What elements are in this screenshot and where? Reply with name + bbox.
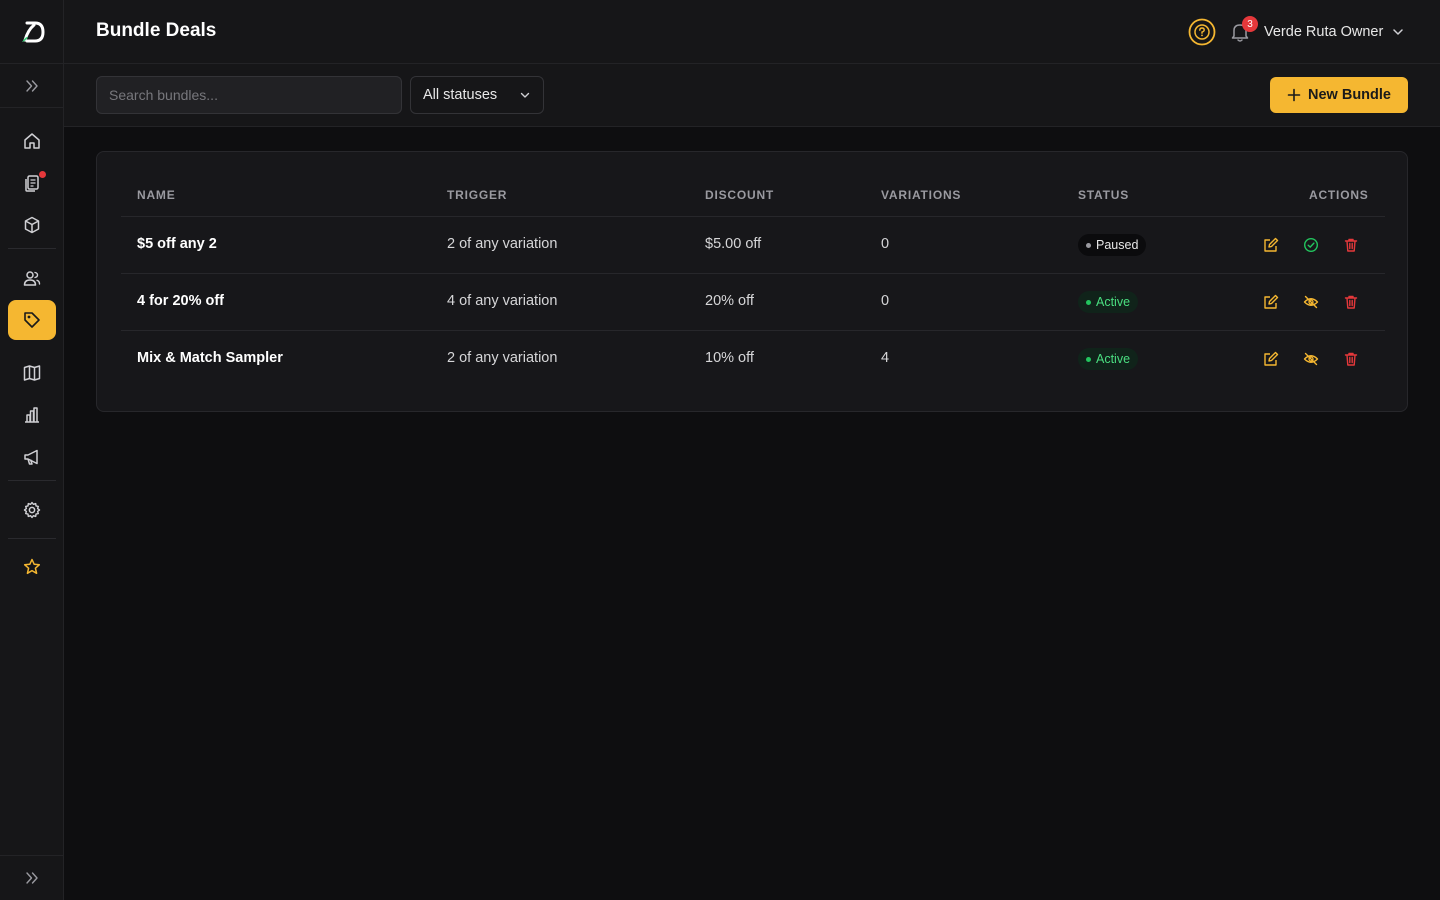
sidebar-item-settings[interactable]: [8, 490, 56, 530]
delete-button[interactable]: [1341, 235, 1361, 255]
status-label: Active: [1096, 352, 1131, 366]
home-icon: [24, 133, 40, 149]
sidebar-item-customers[interactable]: [8, 258, 56, 298]
table-row[interactable]: Mix & Match Sampler 2 of any variation 1…: [121, 330, 1385, 387]
customers-icon: [23, 271, 41, 286]
bundle-trigger: 2 of any variation: [447, 350, 558, 366]
toolbar: All statuses New Bundle: [64, 64, 1440, 127]
plus-icon: [1287, 88, 1301, 102]
status-label: Paused: [1096, 238, 1139, 252]
column-header-discount: DISCOUNT: [705, 188, 775, 202]
help-icon: [1188, 18, 1216, 46]
status-dot: [1086, 356, 1091, 362]
edit-icon: [1264, 294, 1279, 309]
edit-button[interactable]: [1261, 349, 1281, 369]
new-bundle-label: New Bundle: [1308, 87, 1391, 103]
column-header-status: STATUS: [1078, 188, 1130, 202]
chevrons-right-icon: [26, 872, 38, 884]
user-name: Verde Ruta Owner: [1264, 24, 1384, 40]
edit-button[interactable]: [1261, 292, 1281, 312]
page-title: Bundle Deals: [96, 20, 217, 41]
bundle-variations: 0: [881, 293, 890, 309]
sidebar-expand-button[interactable]: [0, 64, 64, 108]
delete-button[interactable]: [1341, 349, 1361, 369]
bundle-name: $5 off any 2: [137, 236, 217, 252]
help-button[interactable]: [1188, 18, 1216, 46]
sidebar: [0, 0, 64, 900]
status-dot: [1086, 242, 1091, 248]
brand-logo[interactable]: [0, 0, 64, 64]
bundle-discount: $5.00 off: [705, 236, 762, 252]
notification-count-badge: 3: [1242, 16, 1258, 32]
chevron-down-icon: [520, 92, 530, 98]
sidebar-item-marketing[interactable]: [8, 437, 56, 477]
edit-button[interactable]: [1261, 235, 1281, 255]
sidebar-item-home[interactable]: [8, 121, 56, 161]
top-header: Bundle Deals 3 Verde Ruta Owner: [64, 0, 1440, 64]
bundles-table: NAME TRIGGER DISCOUNT VARIATIONS STATUS …: [96, 151, 1408, 412]
sidebar-item-bundle-deals[interactable]: [8, 300, 56, 340]
sidebar-collapse-button[interactable]: [0, 855, 64, 900]
bundle-name: 4 for 20% off: [137, 293, 225, 309]
status-badge: Active: [1078, 348, 1139, 370]
activate-button[interactable]: [1301, 235, 1321, 255]
reports-icon: [25, 407, 39, 423]
edit-icon: [1264, 351, 1279, 366]
marketing-icon: [24, 449, 38, 465]
trash-icon: [1344, 238, 1358, 252]
settings-icon: [23, 501, 41, 519]
sidebar-divider: [8, 248, 56, 249]
status-filter-value: All statuses: [423, 87, 498, 103]
sidebar-item-orders[interactable]: [8, 163, 56, 203]
user-menu[interactable]: Verde Ruta Owner: [1264, 20, 1405, 44]
sidebar-item-catalog[interactable]: [8, 353, 56, 393]
edit-icon: [1264, 237, 1279, 252]
trash-icon: [1344, 295, 1358, 309]
sidebar-divider: [8, 480, 56, 481]
logo-icon: [22, 21, 45, 42]
status-badge: Paused: [1078, 234, 1147, 256]
check-circle-icon: [1303, 237, 1319, 253]
sidebar-item-reports[interactable]: [8, 395, 56, 435]
sidebar-item-favorites[interactable]: [8, 547, 56, 587]
products-icon: [24, 216, 40, 234]
table-row[interactable]: $5 off any 2 2 of any variation $5.00 of…: [121, 216, 1385, 273]
sidebar-divider: [8, 538, 56, 539]
status-dot: [1086, 299, 1091, 305]
orders-alert-dot: [39, 171, 46, 178]
bundle-trigger: 4 of any variation: [447, 293, 558, 309]
status-label: Active: [1096, 295, 1131, 309]
column-header-variations: VARIATIONS: [881, 188, 962, 202]
sidebar-item-products[interactable]: [8, 205, 56, 245]
table-row[interactable]: 4 for 20% off 4 of any variation 20% off…: [121, 273, 1385, 330]
column-header-actions: ACTIONS: [1309, 188, 1369, 202]
pause-button[interactable]: [1301, 292, 1321, 312]
pause-button[interactable]: [1301, 349, 1321, 369]
bundle-variations: 0: [881, 236, 890, 252]
catalog-icon: [23, 365, 41, 381]
notifications-button[interactable]: 3: [1228, 16, 1258, 46]
column-header-name: NAME: [137, 188, 176, 202]
star-icon: [23, 558, 41, 575]
bundle-variations: 4: [881, 350, 890, 366]
delete-button[interactable]: [1341, 292, 1361, 312]
status-filter-select[interactable]: All statuses: [410, 76, 544, 114]
column-header-trigger: TRIGGER: [447, 188, 508, 202]
trash-icon: [1344, 352, 1358, 366]
bundle-name: Mix & Match Sampler: [137, 350, 283, 366]
new-bundle-button[interactable]: New Bundle: [1270, 77, 1408, 113]
chevron-down-icon: [1393, 29, 1404, 35]
tag-icon: [24, 312, 40, 328]
status-badge: Active: [1078, 291, 1139, 313]
eye-off-icon: [1303, 295, 1319, 309]
chevrons-right-icon: [26, 79, 38, 92]
bundle-discount: 10% off: [705, 350, 754, 366]
eye-off-icon: [1303, 352, 1319, 366]
search-input[interactable]: [96, 76, 402, 114]
bundle-trigger: 2 of any variation: [447, 236, 558, 252]
bundle-discount: 20% off: [705, 293, 754, 309]
